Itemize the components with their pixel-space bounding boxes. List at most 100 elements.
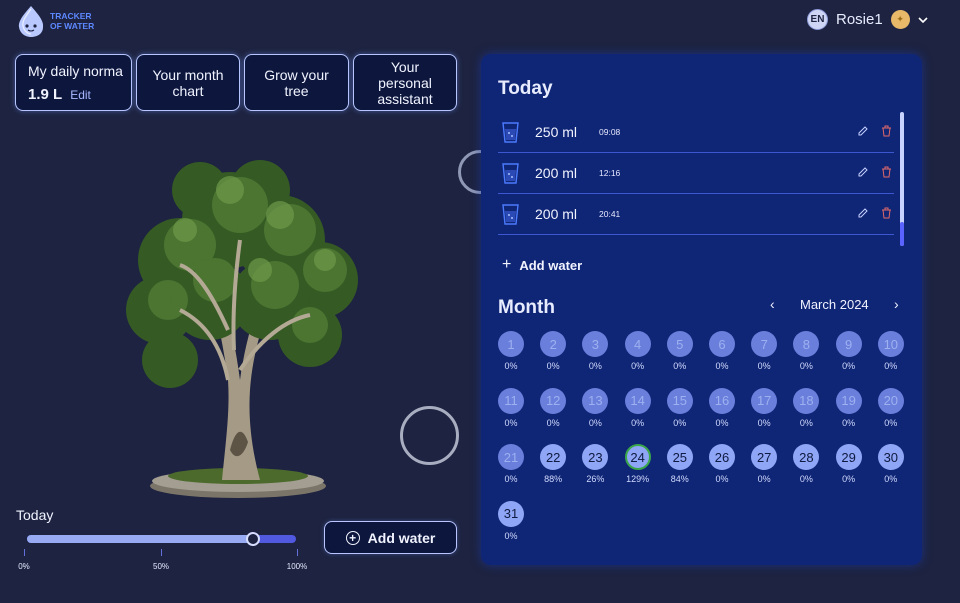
decorative-ring	[400, 406, 459, 465]
calendar-day-percent: 0%	[546, 417, 560, 428]
calendar-day-percent: 0%	[884, 474, 898, 485]
calendar-day[interactable]: 25 84%	[666, 444, 694, 488]
progress-tick-label: 100%	[286, 562, 308, 571]
calendar-day-number: 10	[877, 331, 904, 357]
trash-icon[interactable]	[881, 125, 892, 137]
username[interactable]: Rosie1	[836, 11, 883, 28]
edit-norma-button[interactable]: Edit	[70, 87, 91, 103]
calendar-day[interactable]: 13 0%	[582, 387, 609, 432]
calendar-day[interactable]: 9 0%	[835, 331, 863, 375]
progress-tick	[161, 549, 162, 556]
calendar-day-number: 16	[709, 387, 735, 414]
tab-assistant-line2: personal	[378, 74, 432, 91]
pencil-icon[interactable]	[857, 166, 869, 178]
progress-tick	[297, 549, 298, 556]
water-drop-mascot-icon	[18, 6, 44, 37]
next-month-button[interactable]: ›	[894, 296, 899, 312]
calendar-day[interactable]: 31 0%	[498, 500, 525, 545]
user-menu[interactable]: EN Rosie1 ✦	[807, 9, 930, 30]
entries-scrollbar[interactable]	[900, 112, 904, 246]
calendar-day[interactable]: 2 0%	[540, 331, 567, 375]
tab-month-line1: Your month	[152, 66, 224, 83]
calendar-day[interactable]: 20 0%	[877, 387, 905, 432]
calendar-day[interactable]: 7 0%	[751, 331, 778, 375]
calendar-day[interactable]: 16 0%	[709, 387, 736, 432]
calendar-day-percent: 0%	[842, 474, 856, 485]
calendar-day-number: 18	[793, 387, 820, 414]
trash-icon[interactable]	[881, 207, 892, 219]
calendar-day-number: 11	[498, 387, 524, 414]
calendar-day-number: 17	[751, 387, 778, 414]
tab-tree-line1: Grow your	[264, 66, 329, 83]
calendar-day-number: 31	[498, 500, 524, 527]
calendar-day[interactable]: 4 0%	[624, 331, 652, 375]
calendar-day[interactable]: 26 0%	[709, 444, 736, 488]
calendar-day-percent: 129%	[626, 474, 650, 485]
entry-amount: 200 ml	[535, 165, 578, 181]
month-title: Month	[498, 297, 555, 318]
calendar-day-number: 6	[709, 331, 735, 357]
calendar-day[interactable]: 23 26%	[582, 444, 609, 488]
calendar-day-number: 3	[582, 331, 609, 357]
calendar-day[interactable]: 8 0%	[793, 331, 820, 375]
water-glass-icon	[502, 245, 519, 246]
calendar-day-number: 28	[793, 444, 820, 471]
calendar-day-percent: 0%	[799, 361, 813, 371]
calendar-day[interactable]: 29 0%	[835, 444, 863, 488]
calendar-day-number: 26	[709, 444, 735, 471]
calendar-day[interactable]: 5 0%	[666, 331, 694, 375]
app-logo[interactable]: TRACKER OF WATER	[16, 4, 94, 38]
tab-daily-norma[interactable]: My daily norma 1.9 L Edit	[15, 54, 132, 111]
calendar-day[interactable]: 14 0%	[624, 387, 652, 432]
logo-text-line1: TRACKER	[50, 11, 92, 21]
water-glass-icon	[502, 204, 519, 225]
calendar-day[interactable]: 24 129%	[624, 444, 652, 488]
calendar-day-percent: 0%	[799, 474, 813, 485]
calendar-day[interactable]: 15 0%	[666, 387, 694, 432]
calendar-day[interactable]: 22 88%	[540, 444, 567, 488]
calendar-day-percent: 0%	[546, 361, 560, 371]
user-avatar-icon[interactable]: ✦	[890, 10, 910, 29]
calendar-day-number: 15	[666, 387, 693, 414]
water-entry: 200 ml 20:41	[498, 194, 894, 235]
calendar-day[interactable]: 1 0%	[498, 331, 525, 375]
calendar-day-percent: 0%	[631, 361, 645, 371]
calendar-day[interactable]: 3 0%	[582, 331, 609, 375]
calendar-day-percent: 0%	[673, 361, 687, 371]
calendar-day[interactable]: 11 0%	[498, 387, 525, 432]
water-entry: 200 ml 12:16	[498, 153, 894, 194]
calendar-day[interactable]: 19 0%	[835, 387, 863, 432]
calendar-day-percent: 88%	[544, 474, 563, 485]
calendar-day[interactable]: 27 0%	[751, 444, 778, 488]
calendar-day[interactable]: 30 0%	[877, 444, 905, 488]
calendar-day[interactable]: 10 0%	[877, 331, 905, 375]
panel-add-water-button[interactable]: + Add water	[502, 256, 582, 274]
calendar-day-percent: 0%	[799, 417, 813, 428]
calendar-day[interactable]: 12 0%	[540, 387, 567, 432]
calendar-day-percent: 84%	[670, 474, 689, 485]
tab-grow-tree[interactable]: Grow your tree	[244, 54, 349, 111]
pencil-icon[interactable]	[857, 125, 869, 137]
calendar-day-number: 13	[582, 387, 609, 414]
chevron-down-icon[interactable]	[916, 13, 930, 27]
calendar-day[interactable]: 28 0%	[793, 444, 820, 488]
calendar-day-number: 2	[540, 331, 567, 357]
scrollbar-thumb[interactable]	[900, 222, 904, 246]
add-water-button[interactable]: + Add water	[324, 521, 457, 554]
trash-icon[interactable]	[881, 166, 892, 178]
entry-amount: 200 ml	[535, 206, 578, 222]
entry-time: 09:08	[599, 127, 621, 137]
tab-month-chart[interactable]: Your month chart	[136, 54, 240, 111]
tab-tree-line2: tree	[284, 82, 309, 99]
language-switch[interactable]: EN	[807, 9, 828, 30]
calendar-day[interactable]: 6 0%	[709, 331, 736, 375]
calendar-day[interactable]: 18 0%	[793, 387, 820, 432]
pencil-icon[interactable]	[857, 207, 869, 219]
calendar-day-number: 14	[624, 387, 651, 414]
prev-month-button[interactable]: ‹	[770, 296, 775, 312]
progress-handle[interactable]	[246, 532, 260, 546]
calendar-day[interactable]: 21 0%	[498, 444, 525, 488]
calendar-day[interactable]: 17 0%	[751, 387, 778, 432]
tab-personal-assistant[interactable]: Your personal assistant	[353, 54, 457, 111]
logo-text-line2: OF WATER	[50, 21, 95, 31]
